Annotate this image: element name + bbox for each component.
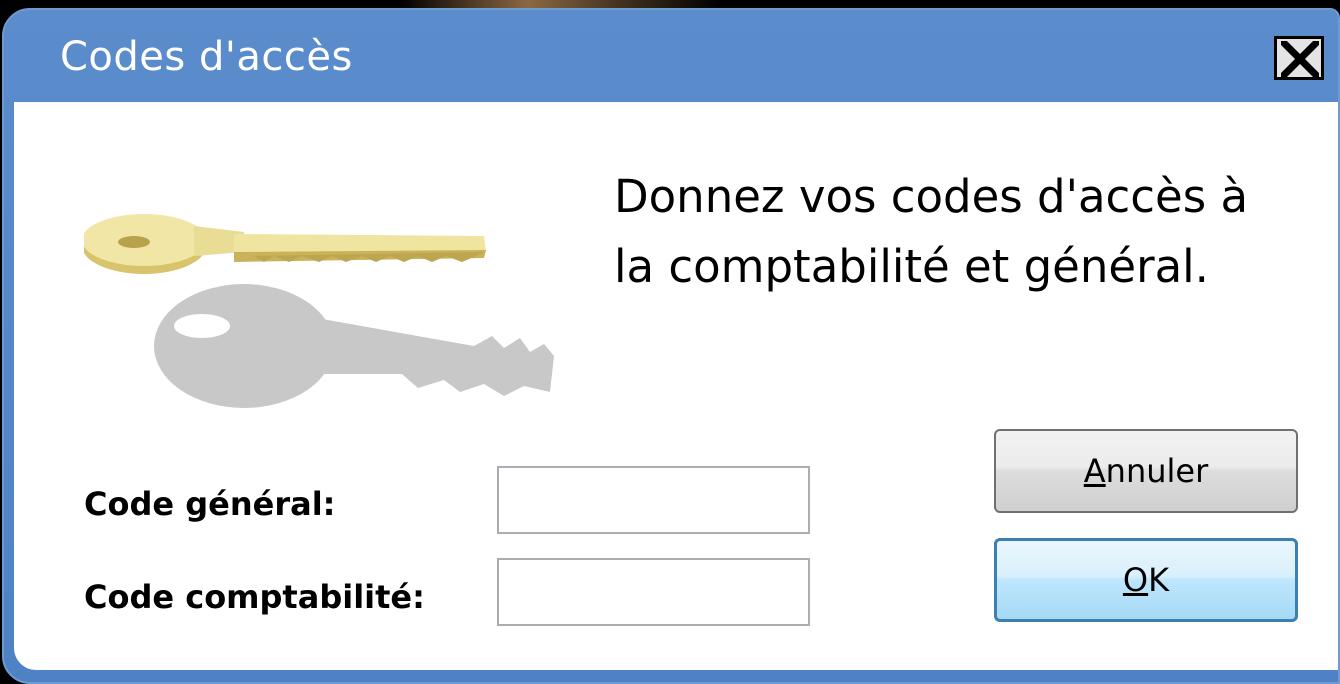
close-icon	[1281, 41, 1319, 77]
key-shadow	[154, 284, 554, 408]
code-comptabilite-input[interactable]	[497, 558, 810, 626]
window-title: Codes d'accès	[60, 34, 353, 80]
instruction-line-1: Donnez vos codes d'accès à	[614, 170, 1249, 223]
ok-button-label: K	[1148, 561, 1170, 599]
dialog-body: Donnez vos codes d'accès à la comptabili…	[14, 102, 1338, 670]
cancel-button-label: nnuler	[1105, 452, 1209, 490]
code-general-label: Code général:	[84, 485, 336, 523]
ok-button-mnemonic: O	[1122, 561, 1149, 599]
ok-button[interactable]: OK	[994, 538, 1298, 622]
instruction-text: Donnez vos codes d'accès à la comptabili…	[614, 162, 1334, 302]
title-bar[interactable]: Codes d'accès	[4, 10, 1338, 102]
cancel-button-mnemonic: A	[1083, 452, 1106, 490]
code-comptabilite-label: Code comptabilité:	[84, 578, 425, 616]
instruction-line-2: la comptabilité et général.	[614, 240, 1209, 293]
key-body	[84, 214, 486, 274]
key-icon	[84, 214, 554, 408]
code-general-input[interactable]	[497, 466, 810, 534]
dialog-window: Codes d'accès Donnez vos codes d'accès à…	[2, 8, 1340, 684]
close-button[interactable]	[1274, 36, 1324, 80]
cancel-button[interactable]: Annuler	[994, 429, 1298, 513]
